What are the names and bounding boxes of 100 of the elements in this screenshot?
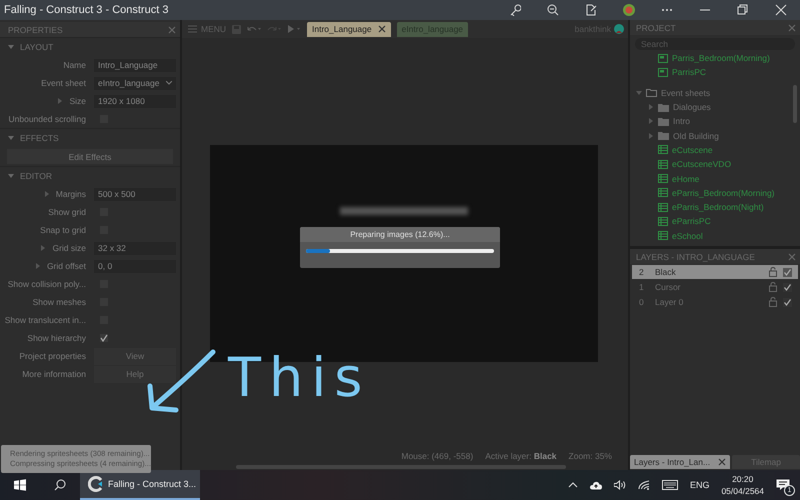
restore-icon[interactable]: [737, 4, 749, 16]
panel-tab[interactable]: Layers - Intro_Lan...: [630, 455, 730, 469]
tree-item[interactable]: Dialogues: [630, 100, 793, 114]
chevron-up-icon[interactable]: [568, 482, 578, 488]
speaker-icon[interactable]: [614, 480, 626, 490]
layer-row[interactable]: 2 Black: [632, 265, 798, 279]
collapse-triangle-icon[interactable]: [8, 135, 14, 141]
expand-triangle-icon[interactable]: [648, 132, 654, 139]
folder-icon: [658, 131, 669, 140]
unlocked-icon[interactable]: [769, 267, 777, 277]
property-label: Grid size: [52, 243, 86, 253]
section-header[interactable]: EFFECTS: [0, 128, 180, 147]
avatar-icon[interactable]: [623, 4, 635, 16]
layout-icon: [658, 54, 668, 63]
wifi-icon[interactable]: [638, 480, 650, 490]
tree-item[interactable]: Event sheets: [630, 86, 793, 100]
close-icon[interactable]: [378, 25, 386, 33]
tree-item[interactable]: eParris_Bedroom(Morning): [630, 186, 793, 200]
edit-effects-button[interactable]: Edit Effects: [7, 149, 173, 164]
folder-icon: [646, 88, 657, 98]
unlocked-icon[interactable]: [769, 297, 777, 307]
text-field[interactable]: 32 x 32: [94, 242, 176, 254]
event-sheet-icon: [658, 231, 668, 240]
expand-triangle-icon[interactable]: [34, 263, 41, 269]
unlocked-icon[interactable]: [769, 282, 777, 292]
property-label: Show collision poly...: [8, 279, 86, 289]
zoom-out-icon[interactable]: [547, 4, 559, 16]
taskbar-app-button[interactable]: Falling - Construct 3...: [80, 470, 200, 500]
expand-triangle-icon[interactable]: [648, 118, 654, 124]
expand-triangle-icon[interactable]: [44, 191, 50, 197]
layer-row[interactable]: 0 Layer 0: [632, 295, 798, 309]
key-icon[interactable]: [509, 4, 521, 16]
property-button[interactable]: Help: [94, 366, 176, 382]
play-icon[interactable]: [287, 25, 302, 33]
expand-triangle-icon[interactable]: [40, 245, 46, 251]
property-label: Show translucent in...: [4, 315, 86, 325]
layer-name: Cursor: [655, 282, 682, 292]
zoom-level: Zoom: 35%: [568, 451, 612, 461]
property-label: Grid offset: [46, 261, 86, 271]
event-sheet-icon: [658, 188, 668, 198]
layer-index: 0: [639, 297, 645, 307]
layer-row[interactable]: 1 Cursor: [632, 280, 798, 294]
editor-tab[interactable]: Intro_Language: [307, 22, 391, 36]
event-sheet-dropdown[interactable]: eIntro_language: [94, 76, 176, 90]
chevron-down-icon: [166, 81, 172, 85]
property-label: Size: [69, 96, 86, 106]
mouse-position: Mouse: (469, -558): [401, 451, 474, 461]
layer-index: 1: [639, 282, 645, 292]
keyboard-icon[interactable]: [662, 480, 678, 490]
avatar-icon[interactable]: [614, 24, 624, 34]
menu-icon: [188, 25, 197, 33]
layer-index: 2: [639, 267, 645, 277]
tree-item[interactable]: eParris_Bedroom(Night): [630, 200, 793, 214]
tree-item[interactable]: Intro: [630, 114, 793, 128]
expand-triangle-icon[interactable]: [57, 98, 64, 104]
text-field[interactable]: 0, 0: [94, 260, 176, 272]
share-icon[interactable]: [585, 4, 597, 16]
handwritten-annotation: This: [228, 346, 370, 409]
tree-item[interactable]: Old Building: [630, 128, 793, 143]
visibility-checkbox[interactable]: [783, 282, 792, 292]
tree-item[interactable]: eHome: [630, 171, 793, 186]
tree-item[interactable]: eCutscene: [630, 142, 793, 158]
check-icon: [100, 334, 108, 342]
dialog-message: Preparing images (12.6%)...: [300, 227, 500, 242]
text-field[interactable]: 1920 x 1080: [94, 94, 176, 108]
collapse-triangle-icon[interactable]: [636, 90, 642, 96]
search-icon[interactable]: [54, 479, 66, 491]
cloud-upload-icon[interactable]: [590, 480, 602, 490]
checkbox[interactable]: [100, 334, 108, 342]
event-sheet-icon: [658, 160, 668, 169]
close-icon[interactable]: [718, 458, 726, 466]
tree-item[interactable]: eParrisPC: [630, 214, 793, 229]
collapse-triangle-icon[interactable]: [8, 173, 14, 179]
section-header[interactable]: EDITOR: [0, 166, 180, 185]
tree-item[interactable]: eCutsceneVDO: [630, 157, 793, 172]
event-sheet-icon: [658, 202, 668, 212]
layer-name: Black: [655, 267, 677, 277]
section-title: EDITOR: [20, 171, 52, 181]
tree-item[interactable]: ParrisPC: [630, 65, 793, 80]
text-field[interactable]: 500 x 500: [94, 188, 176, 200]
collapse-triangle-icon[interactable]: [8, 44, 14, 50]
expand-triangle-icon[interactable]: [648, 104, 654, 110]
tree-item[interactable]: Parris_Bedroom(Morning): [630, 53, 793, 66]
property-button[interactable]: View: [94, 348, 176, 364]
layout-icon: [658, 68, 668, 77]
undo-icon[interactable]: [247, 25, 262, 33]
language-indicator[interactable]: ENG: [690, 480, 710, 490]
property-label: Show hierarchy: [27, 333, 86, 343]
event-sheet-icon: [658, 216, 668, 226]
property-label: Name: [63, 60, 86, 70]
visibility-checkbox[interactable]: [783, 268, 792, 276]
text-field[interactable]: Intro_Language: [94, 58, 176, 72]
app-logo-icon: [88, 476, 104, 492]
section-header[interactable]: LAYOUT: [0, 37, 180, 56]
tree-item[interactable]: eSchool: [630, 228, 793, 243]
property-label: Event sheet: [41, 78, 86, 88]
visibility-checkbox[interactable]: [783, 298, 792, 306]
clock[interactable]: 20:20 05/04/2564: [721, 474, 764, 496]
windows-logo-icon[interactable]: [14, 479, 26, 491]
window-title: Falling - Construct 3 - Construct 3: [4, 4, 170, 16]
